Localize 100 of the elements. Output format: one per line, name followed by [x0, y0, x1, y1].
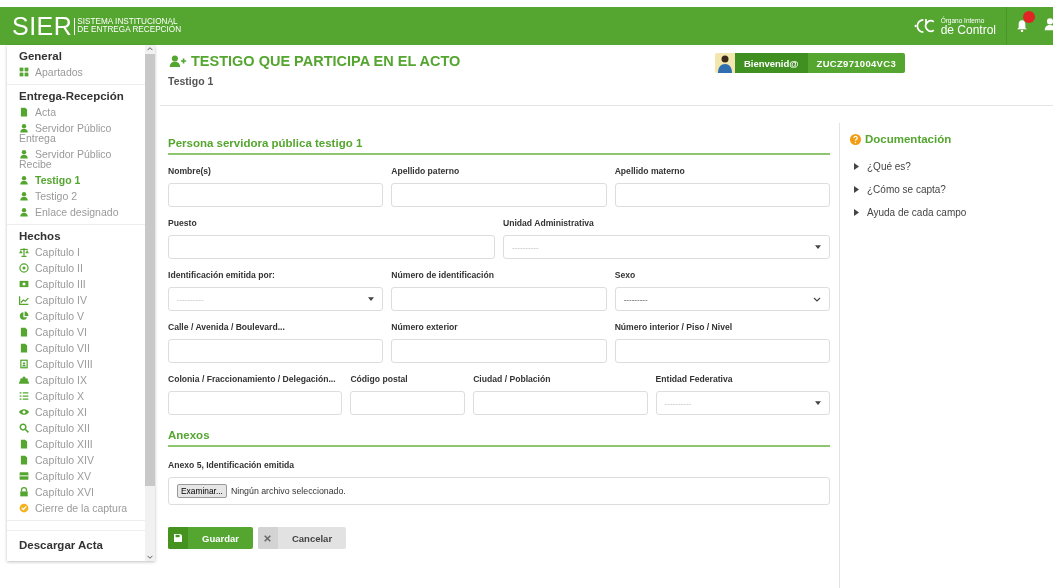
cancel-button[interactable]: Cancelar [257, 527, 347, 549]
box-icon [19, 471, 29, 481]
field-label: Identificación emitida por: [168, 270, 276, 280]
field-label: Sexo [614, 270, 637, 280]
list-icon [19, 391, 29, 401]
sidebar-item[interactable]: Capítulo III [19, 276, 145, 292]
section-heading: Hechos [19, 230, 62, 242]
text-field[interactable] [614, 183, 830, 207]
contact-card-icon [19, 359, 29, 369]
check-circle-icon [19, 503, 29, 513]
section-title: Persona servidora pública testigo 1 [168, 131, 830, 155]
sidebar-item[interactable]: Capítulo IX [19, 372, 145, 388]
field-label: Número exterior [391, 322, 459, 332]
sidebar-item[interactable]: Capítulo IV [19, 292, 145, 308]
save-button[interactable]: Guardar [168, 527, 253, 549]
sidebar-item[interactable]: Testigo 2 [19, 188, 145, 204]
page-subtitle: Testigo 1 [168, 75, 215, 87]
triangle-right-icon [854, 209, 859, 216]
sidebar-item[interactable]: Capítulo XII [19, 420, 145, 436]
search-icon [19, 423, 29, 433]
sidebar-item[interactable]: Servidor Público Entrega [19, 120, 145, 146]
field-label: Entidad Federativa [655, 374, 734, 384]
docs-link[interactable]: Ayuda de cada campo [867, 207, 967, 218]
dropdown-field[interactable]: ---------- [168, 287, 384, 311]
text-field[interactable] [350, 391, 466, 415]
sidebar-item[interactable]: Capítulo X [19, 388, 145, 404]
person-icon [19, 175, 29, 185]
text-field[interactable] [391, 183, 607, 207]
sidebar-item[interactable]: Apartados [19, 64, 145, 80]
text-field[interactable] [168, 339, 384, 363]
text-field[interactable] [391, 287, 607, 311]
sidebar-item[interactable]: Capítulo V [19, 308, 145, 324]
docs-title: Documentación [865, 133, 952, 145]
field-label: Nombre(s) [168, 166, 212, 176]
section-heading[interactable]: Descargar Acta [19, 539, 145, 551]
user-icon[interactable] [1043, 17, 1053, 31]
file-status: Ningún archivo seleccionado. [230, 486, 346, 496]
sidebar-item[interactable]: Capítulo XV [19, 468, 145, 484]
person-icon [19, 191, 29, 201]
field-label: Ciudad / Población [473, 374, 552, 384]
close-icon [264, 534, 272, 542]
text-field[interactable] [473, 391, 648, 415]
document-icon [19, 107, 29, 117]
text-field[interactable] [168, 235, 495, 259]
lock-icon [19, 487, 29, 497]
triangle-right-icon [854, 186, 859, 193]
person-icon [19, 149, 29, 159]
browse-button[interactable]: Examinar... [177, 484, 227, 498]
field-label: Unidad Administrativa [503, 218, 595, 228]
file-field[interactable]: Examinar... Ningún archivo seleccionado. [168, 477, 830, 505]
banknote-icon [19, 279, 29, 289]
eye-icon [19, 407, 29, 417]
field-label: Número de identificación [391, 270, 495, 280]
scroll-down-icon[interactable] [146, 554, 154, 561]
text-field[interactable] [168, 183, 384, 207]
text-field[interactable] [391, 339, 607, 363]
scrollbar-thumb[interactable] [145, 54, 155, 486]
help-icon [850, 133, 861, 145]
sidebar-item[interactable]: Servidor Público Recibe [19, 146, 145, 172]
sidebar-item[interactable]: Cierre de la captura [19, 500, 145, 516]
sidebar-item[interactable]: Capítulo VII [19, 340, 145, 356]
sidebar-item[interactable]: Testigo 1 [19, 172, 145, 188]
sidebar-item[interactable]: Capítulo XVI [19, 484, 145, 500]
field-label: Calle / Avenida / Boulevard... [168, 322, 286, 332]
app-subtitle: SISTEMA INSTITUCIONAL DE ENTREGA RECEPCIÓN [74, 17, 182, 35]
sidebar-item[interactable]: Capítulo XIII [19, 436, 145, 452]
sidebar-item[interactable]: Capítulo VIII [19, 356, 145, 372]
people-icon [19, 375, 29, 385]
pie-chart-icon [19, 311, 29, 321]
dropdown-field[interactable]: ---------- [655, 391, 830, 415]
sidebar-item[interactable]: Enlace designado [19, 204, 145, 220]
welcome-label: Bienvenid@ [734, 53, 808, 73]
dropdown-field[interactable]: ---------- [503, 235, 830, 259]
sidebar-item[interactable]: Capítulo II [19, 260, 145, 276]
scroll-up-icon[interactable] [146, 45, 154, 52]
triangle-right-icon [854, 163, 859, 170]
caret-icon [368, 297, 375, 301]
sidebar-item[interactable]: Acta [19, 104, 145, 120]
caret-icon [815, 401, 821, 405]
field-label: Apellido materno [614, 166, 686, 176]
add-person-icon [168, 54, 187, 68]
field-label: Puesto [168, 218, 198, 228]
text-field[interactable] [614, 339, 830, 363]
docs-link[interactable]: ¿Cómo se capta? [867, 184, 946, 195]
docs-link[interactable]: ¿Qué es? [867, 161, 911, 172]
text-field[interactable] [168, 391, 343, 415]
select-field[interactable]: --------- [614, 287, 830, 311]
caret-icon [815, 245, 821, 249]
section-heading: General [19, 50, 63, 62]
section-title: Anexos [168, 423, 830, 447]
sidebar-item[interactable]: Capítulo I [19, 244, 145, 260]
line-chart-icon [19, 295, 29, 305]
section-heading: Entrega-Recepción [19, 90, 125, 102]
sidebar-item[interactable]: Capítulo XI [19, 404, 145, 420]
chevron-icon [813, 296, 821, 302]
sidebar-item[interactable]: Capítulo XIV [19, 452, 145, 468]
bell-icon[interactable] [1017, 20, 1027, 32]
app-logo: SIER [12, 13, 73, 39]
floppy-icon [174, 534, 182, 542]
sidebar-item[interactable]: Capítulo VI [19, 324, 145, 340]
